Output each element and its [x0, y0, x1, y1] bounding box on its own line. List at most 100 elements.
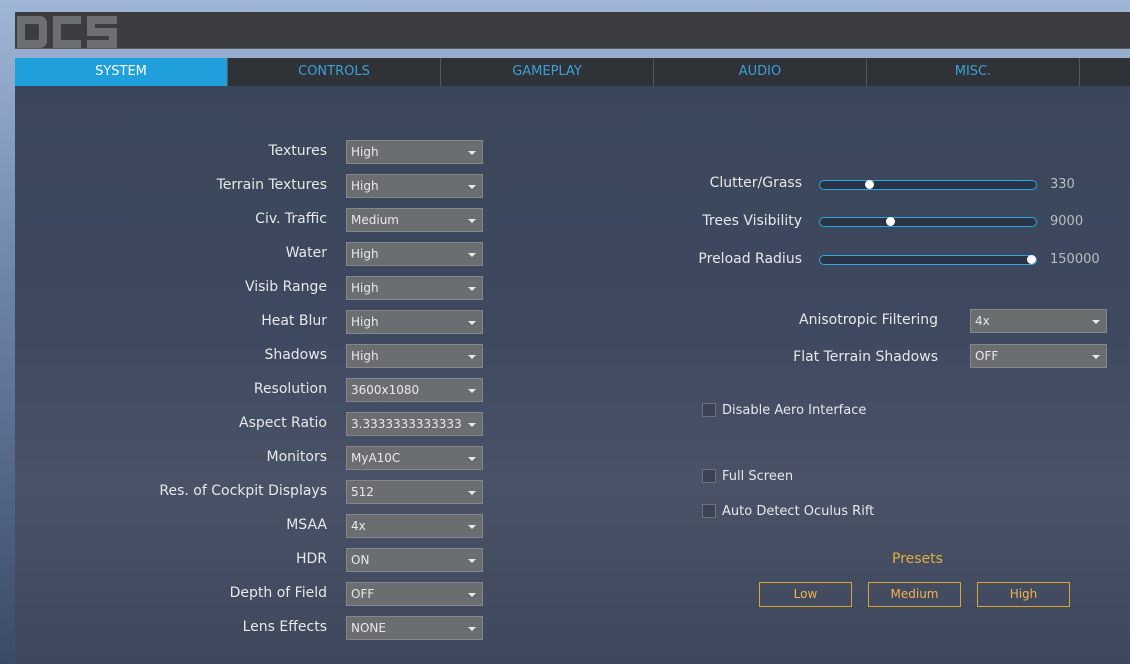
flat-terrain-shadows-dropdown[interactable]: OFF	[970, 344, 1107, 368]
dropdown-value: 4x	[351, 519, 366, 533]
monitors-dropdown[interactable]: MyA10C	[346, 446, 483, 470]
label-monitors: Monitors	[266, 449, 327, 465]
preload-radius-slider[interactable]	[819, 255, 1037, 265]
chevron-down-icon	[468, 423, 476, 427]
label-flat-terrain-shadows: Flat Terrain Shadows	[793, 349, 938, 365]
trees-visibility-slider[interactable]	[819, 217, 1037, 227]
tab-misc[interactable]: MISC.	[867, 58, 1080, 86]
dcs-logo	[17, 16, 117, 48]
textures-dropdown[interactable]: High	[346, 140, 483, 164]
tab-bar-filler	[1080, 58, 1130, 86]
label-civ-traffic: Civ. Traffic	[255, 211, 327, 227]
label-depth-of-field: Depth of Field	[229, 585, 327, 601]
dropdown-value: ON	[351, 553, 370, 567]
dropdown-value: 4x	[975, 314, 990, 328]
label-resolution: Resolution	[253, 381, 327, 397]
clutter-grass-slider[interactable]	[819, 180, 1037, 190]
dropdown-value: 512	[351, 485, 374, 499]
full-screen-checkbox[interactable]	[702, 469, 716, 483]
presets-title: Presets	[892, 551, 943, 567]
label-msaa: MSAA	[286, 517, 327, 533]
slider-value-clutter-grass: 330	[1050, 177, 1075, 192]
label-water: Water	[285, 245, 327, 261]
aspect-ratio-dropdown[interactable]: 3.3333333333333	[346, 412, 483, 436]
dropdown-value: High	[351, 179, 379, 193]
checkbox-label-auto-detect-oculus-rift: Auto Detect Oculus Rift	[722, 504, 875, 519]
slider-value-trees-visibility: 9000	[1050, 214, 1084, 229]
dropdown-value: High	[351, 145, 379, 159]
chevron-down-icon	[468, 525, 476, 529]
label-textures: Textures	[268, 143, 327, 159]
chevron-down-icon	[468, 491, 476, 495]
slider-knob[interactable]	[886, 217, 896, 226]
label-aspect-ratio: Aspect Ratio	[239, 415, 327, 431]
label-terrain-textures: Terrain Textures	[216, 177, 327, 193]
label-visib-range: Visib Range	[244, 279, 327, 295]
preset-medium-button[interactable]: Medium	[868, 582, 961, 607]
chevron-down-icon	[468, 253, 476, 257]
chevron-down-icon	[468, 321, 476, 325]
dropdown-value: High	[351, 315, 379, 329]
tab-audio[interactable]: AUDIO	[654, 58, 867, 86]
slider-knob[interactable]	[1026, 255, 1036, 264]
shadows-dropdown[interactable]: High	[346, 344, 483, 368]
depth-of-field-dropdown[interactable]: OFF	[346, 582, 483, 606]
hdr-dropdown[interactable]: ON	[346, 548, 483, 572]
chevron-down-icon	[1092, 320, 1100, 324]
chevron-down-icon	[1092, 355, 1100, 359]
dropdown-value: High	[351, 281, 379, 295]
chevron-down-icon	[468, 389, 476, 393]
dropdown-value: 3600x1080	[351, 383, 420, 397]
dropdown-value: High	[351, 349, 379, 363]
slider-label-clutter-grass: Clutter/Grass	[709, 175, 802, 191]
tab-bar: SYSTEM CONTROLS GAMEPLAY AUDIO MISC.	[15, 58, 1130, 86]
dropdown-value: OFF	[975, 349, 999, 363]
options-panel: SYSTEM CONTROLS GAMEPLAY AUDIO MISC.	[15, 58, 1130, 664]
slider-label-trees-visibility: Trees Visibility	[702, 213, 802, 229]
label-shadows: Shadows	[264, 347, 327, 363]
slider-value-preload-radius: 150000	[1050, 252, 1100, 267]
chevron-down-icon	[468, 627, 476, 631]
chevron-down-icon	[468, 151, 476, 155]
slider-label-preload-radius: Preload Radius	[698, 251, 802, 267]
dropdown-value: 3.3333333333333	[351, 417, 462, 431]
resolution-dropdown[interactable]: 3600x1080	[346, 378, 483, 402]
chevron-down-icon	[468, 559, 476, 563]
chevron-down-icon	[468, 287, 476, 291]
tab-gameplay[interactable]: GAMEPLAY	[441, 58, 654, 86]
preset-low-button[interactable]: Low	[759, 582, 852, 607]
label-heat-blur: Heat Blur	[261, 313, 327, 329]
tab-system[interactable]: SYSTEM	[15, 58, 228, 86]
disable-aero-interface-checkbox[interactable]	[702, 403, 716, 417]
label-lens-effects: Lens Effects	[242, 619, 327, 635]
lens-effects-dropdown[interactable]: NONE	[346, 616, 483, 640]
tab-controls[interactable]: CONTROLS	[228, 58, 441, 86]
label-hdr: HDR	[295, 551, 327, 567]
checkbox-label-full-screen: Full Screen	[722, 469, 794, 484]
chevron-down-icon	[468, 457, 476, 461]
civ-traffic-dropdown[interactable]: Medium	[346, 208, 483, 232]
anisotropic-filtering-dropdown[interactable]: 4x	[970, 309, 1107, 333]
dropdown-value: High	[351, 247, 379, 261]
chevron-down-icon	[468, 219, 476, 223]
msaa-dropdown[interactable]: 4x	[346, 514, 483, 538]
chevron-down-icon	[468, 185, 476, 189]
water-dropdown[interactable]: High	[346, 242, 483, 266]
label-res-of-cockpit-displays: Res. of Cockpit Displays	[159, 483, 327, 499]
slider-knob[interactable]	[864, 180, 874, 189]
dropdown-value: Medium	[351, 213, 399, 227]
top-bar	[15, 12, 1130, 49]
res-of-cockpit-displays-dropdown[interactable]: 512	[346, 480, 483, 504]
visib-range-dropdown[interactable]: High	[346, 276, 483, 300]
preset-high-button[interactable]: High	[977, 582, 1070, 607]
heat-blur-dropdown[interactable]: High	[346, 310, 483, 334]
chevron-down-icon	[468, 593, 476, 597]
dropdown-value: MyA10C	[351, 451, 401, 465]
terrain-textures-dropdown[interactable]: High	[346, 174, 483, 198]
label-anisotropic-filtering: Anisotropic Filtering	[799, 312, 938, 328]
auto-detect-oculus-rift-checkbox[interactable]	[702, 504, 716, 518]
dropdown-value: OFF	[351, 587, 375, 601]
checkbox-label-disable-aero-interface: Disable Aero Interface	[722, 403, 867, 418]
chevron-down-icon	[468, 355, 476, 359]
dropdown-value: NONE	[351, 621, 386, 635]
